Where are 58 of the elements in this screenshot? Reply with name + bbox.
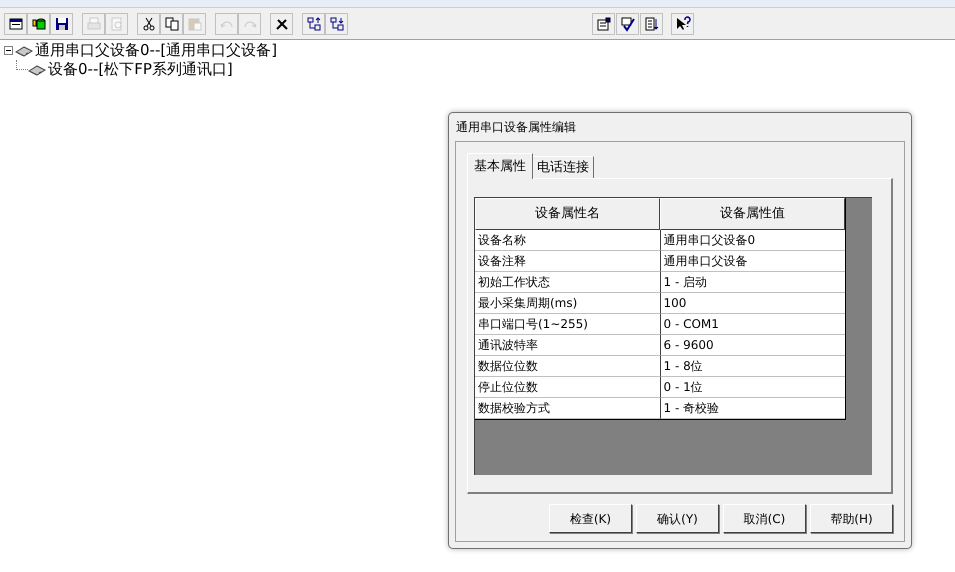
dialog-button[interactable]: 取消(C)	[723, 504, 806, 533]
column-header[interactable]: 设备属性名	[475, 198, 660, 230]
table-cell: 通用串口父设备0	[660, 230, 845, 251]
tab[interactable]: 电话连接	[533, 156, 594, 178]
table-cell: 数据位位数	[475, 356, 660, 377]
column-header[interactable]: 设备属性值	[660, 198, 845, 230]
dialog-title: 通用串口设备属性编辑	[455, 119, 577, 136]
tree-connector-icon	[16, 60, 28, 70]
table-cell: 通讯波特率	[475, 335, 660, 356]
minus-icon	[6, 48, 11, 53]
tree-item[interactable]: 通用串口父设备0--[通用串口父设备]	[35, 43, 278, 58]
tree-item[interactable]: 设备0--[松下FP系列通讯口]	[48, 62, 233, 77]
window-tool-button[interactable]	[4, 12, 27, 34]
table-cell: 0 - COM1	[660, 314, 845, 335]
help-tool-button[interactable]	[671, 12, 694, 34]
save-tool-button[interactable]	[50, 12, 73, 34]
tree-down-tool-button[interactable]	[325, 12, 348, 34]
table-cell: 100	[660, 293, 845, 314]
tree-up-icon	[306, 16, 322, 32]
print-icon	[86, 16, 102, 32]
tree-up-tool-button[interactable]	[302, 12, 325, 34]
dialog-button[interactable]: 帮助(H)	[810, 504, 893, 533]
properties-tool-button[interactable]	[592, 12, 615, 34]
sort-tool-button[interactable]	[640, 12, 663, 34]
check-icon	[620, 16, 636, 32]
save-icon	[54, 16, 70, 32]
table-cell: 0 - 1位	[660, 377, 845, 398]
table-cell: 设备名称	[475, 230, 660, 251]
cut-icon	[140, 16, 156, 32]
tree-down-icon	[328, 16, 344, 32]
expand-toggle[interactable]	[4, 46, 13, 55]
properties-icon	[596, 16, 612, 32]
paste-icon	[186, 16, 202, 32]
table-cell: 通用串口父设备	[660, 251, 845, 272]
table-cell: 设备注释	[475, 251, 660, 272]
sort-icon	[644, 16, 660, 32]
table-cell: 停止位位数	[475, 377, 660, 398]
copy-icon	[164, 16, 180, 32]
window-icon	[8, 16, 24, 32]
database-tool-button[interactable]	[27, 12, 50, 34]
dialog-button[interactable]: 确认(Y)	[636, 504, 719, 533]
table-cell: 初始工作状态	[475, 272, 660, 293]
table-cell: 数据校验方式	[475, 398, 660, 419]
database-icon	[30, 16, 46, 32]
table-cell: 6 - 9600	[660, 335, 845, 356]
check-tool-button[interactable]	[616, 12, 639, 34]
help-icon	[674, 16, 690, 32]
table-cell: 1 - 启动	[660, 272, 845, 293]
cut-tool-button[interactable]	[137, 12, 160, 34]
dialog-button[interactable]: 检查(K)	[549, 504, 632, 533]
table-cell: 串口端口号(1~255)	[475, 314, 660, 335]
tools-tool-button[interactable]	[270, 12, 293, 34]
preview-icon	[108, 16, 124, 32]
table-cell: 1 - 8位	[660, 356, 845, 377]
table-cell: 1 - 奇校验	[660, 398, 845, 419]
tab[interactable]: 基本属性	[467, 153, 533, 179]
copy-tool-button[interactable]	[160, 12, 183, 34]
table-cell: 最小采集周期(ms)	[475, 293, 660, 314]
